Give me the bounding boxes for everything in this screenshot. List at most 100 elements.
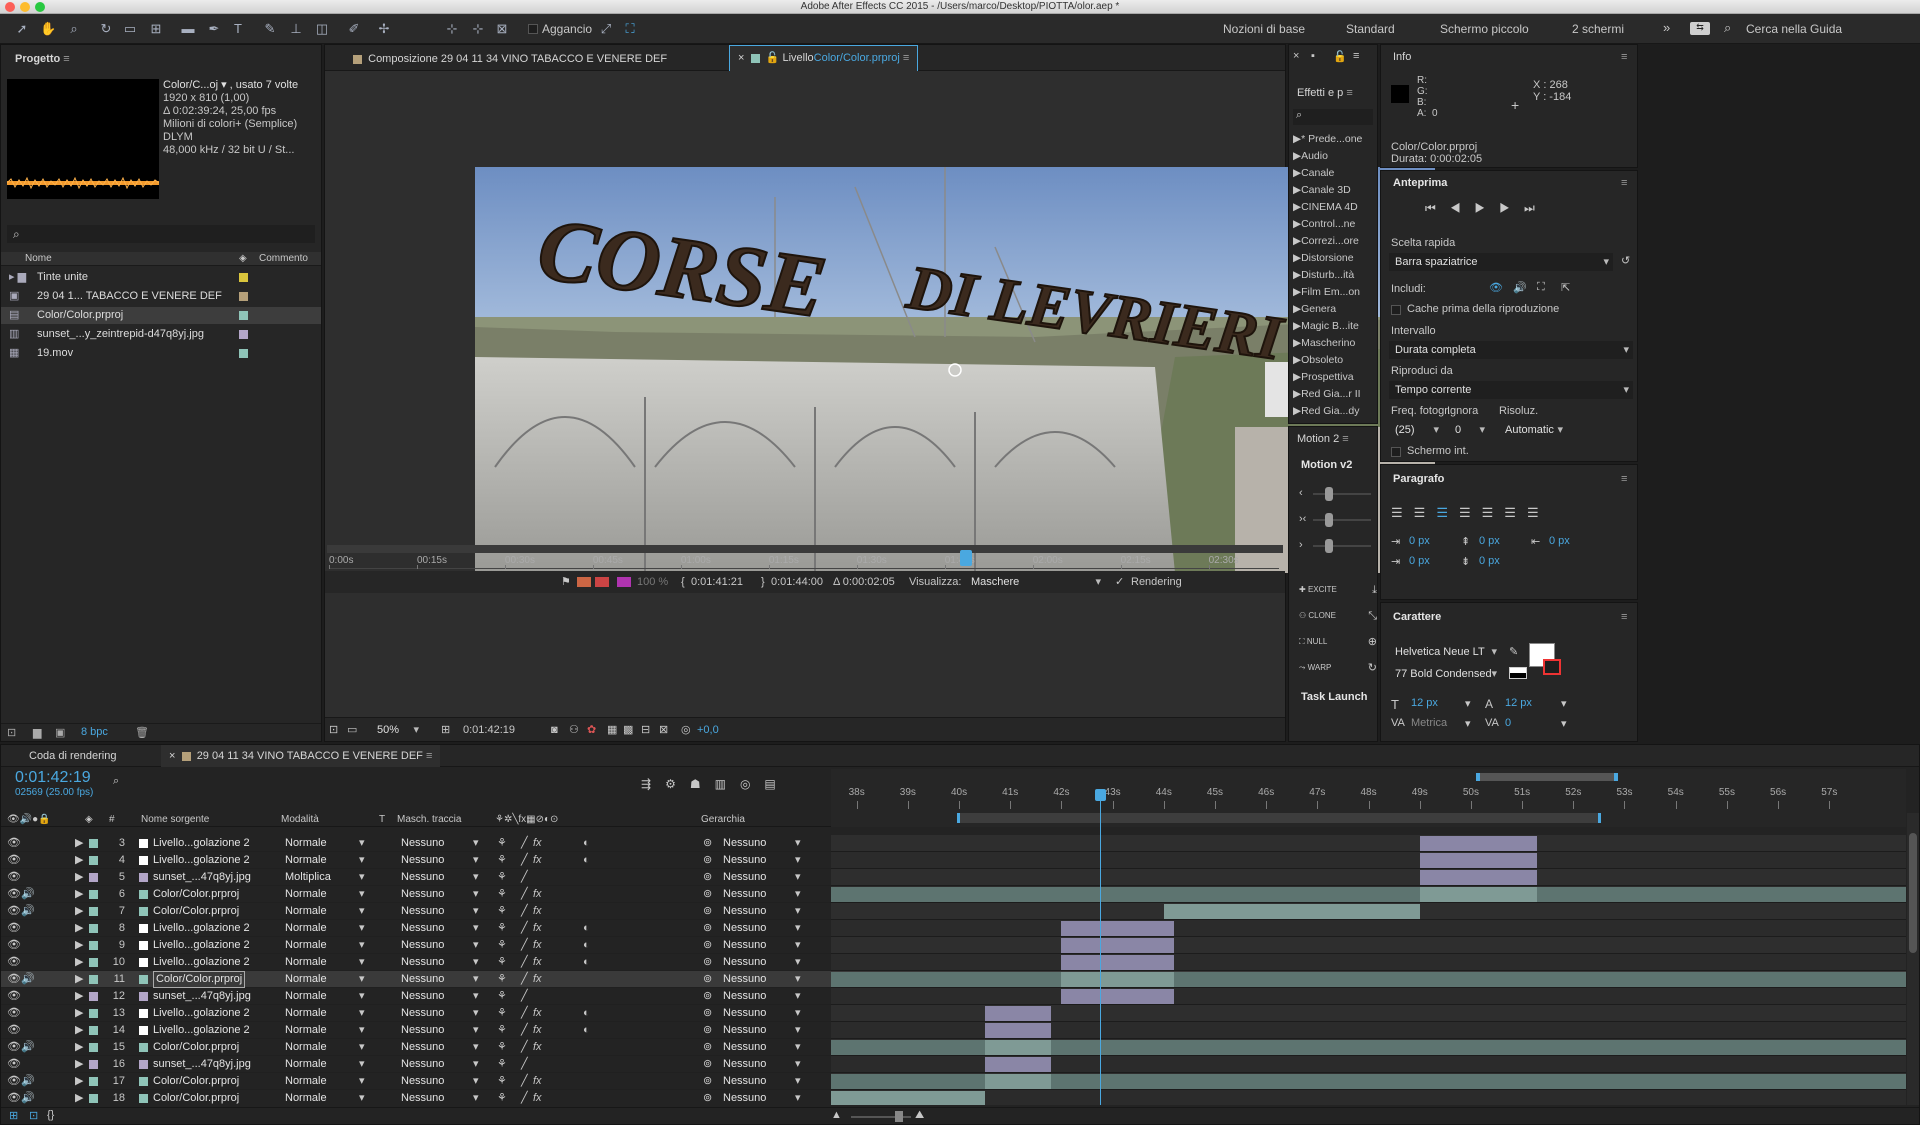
layer-track[interactable]	[831, 988, 1906, 1005]
viewer-playhead[interactable]	[959, 550, 972, 566]
prev-frame-icon[interactable]: ◀	[1450, 201, 1475, 215]
close-window-button[interactable]	[5, 2, 15, 12]
tab-render-queue[interactable]: Coda di rendering	[21, 745, 124, 767]
timeline-zoom-thumb[interactable]	[895, 1111, 903, 1122]
label-color[interactable]	[239, 330, 248, 339]
selection-tool-icon[interactable]: ➚	[14, 21, 30, 37]
layer-clip-bar[interactable]	[831, 1091, 985, 1105]
stroke-color-swatch[interactable]	[1543, 659, 1561, 675]
justify-right-icon[interactable]: ☰	[1504, 505, 1527, 520]
font-size-value[interactable]: 12 px	[1411, 697, 1438, 709]
project-item[interactable]: ▤ Color/Color.prproj	[1, 307, 321, 324]
clone-button[interactable]: ⚇ CLONE ⤡	[1299, 603, 1377, 629]
tab-timeline-comp[interactable]: × 29 04 11 34 VINO TABACCO E VENERE DEF …	[161, 745, 441, 767]
lock-icon[interactable]: 🔓	[1333, 50, 1347, 63]
lock-icon[interactable]: 🔓	[766, 52, 780, 64]
layer-clip-bar[interactable]	[984, 1006, 1052, 1021]
effect-category[interactable]: ▶Canale	[1293, 165, 1334, 182]
align-right-icon[interactable]: ☰	[1436, 505, 1459, 520]
timeline-zoom-navigator[interactable]	[1476, 773, 1618, 781]
kerning-value[interactable]: Metrica	[1411, 717, 1447, 729]
include-export-icon[interactable]: ⇱	[1561, 281, 1570, 294]
comp-flowchart-icon[interactable]: ⊟	[641, 718, 650, 742]
zoom-dropdown[interactable]: 50%	[371, 721, 423, 739]
panel-menu-icon[interactable]: ≡	[1353, 50, 1359, 62]
show-snapshot-icon[interactable]: ⚇	[569, 718, 579, 742]
snap-checkbox[interactable]	[528, 24, 538, 34]
help-search-input[interactable]: Cerca nella Guida	[1746, 22, 1842, 36]
paragraph-tab[interactable]: Paragrafo	[1385, 467, 1452, 491]
zoom-window-button[interactable]	[35, 2, 45, 12]
label-color[interactable]	[239, 311, 248, 320]
font-size-dropdown-icon[interactable]: ▾	[1465, 697, 1471, 710]
leading-dropdown-icon[interactable]: ▾	[1561, 697, 1567, 710]
tab-layer[interactable]: × 🔓 LivelloColor/Color.prproj ≡	[729, 45, 919, 71]
range-dropdown[interactable]: Durata completa	[1389, 341, 1633, 359]
layer-clip-bar[interactable]	[984, 1074, 1052, 1089]
channels-icon[interactable]: ✿	[587, 718, 596, 742]
align-left-icon[interactable]: ☰	[1391, 505, 1414, 520]
null-button[interactable]: ⛶ NULL ⊕	[1299, 629, 1377, 655]
tab-composition[interactable]: Composizione 29 04 11 34 VINO TABACCO E …	[345, 47, 675, 71]
resolution-dropdown[interactable]: Automatic	[1499, 421, 1567, 439]
more-workspaces-icon[interactable]: »	[1663, 20, 1670, 35]
show-channel-icon[interactable]	[577, 577, 591, 587]
justify-left-icon[interactable]: ☰	[1459, 505, 1482, 520]
timeline-search-input[interactable]: ⌕	[113, 775, 623, 791]
font-style-dropdown[interactable]: 77 Bold Condensed	[1389, 665, 1501, 683]
effects-search-input[interactable]: ⌕	[1293, 109, 1373, 125]
effect-category[interactable]: ▶Mascherino	[1293, 335, 1355, 352]
effect-category[interactable]: ▶Control...ne	[1293, 216, 1355, 233]
toggle-switches-icon[interactable]: ⊞	[9, 1109, 18, 1122]
workspace-basics[interactable]: Nozioni di base	[1223, 22, 1305, 36]
effect-controls-icon[interactable]: ▪	[1311, 50, 1315, 62]
layer-clip-bar[interactable]	[1061, 989, 1174, 1004]
pan-behind-tool-icon[interactable]: ⊞	[148, 21, 164, 37]
camera-tool-icon[interactable]: ▭	[122, 21, 138, 37]
trash-icon[interactable]: 🗑	[135, 726, 149, 739]
layer-clip-bar[interactable]	[984, 1040, 1052, 1055]
panel-menu-icon[interactable]: ≡	[1621, 51, 1627, 63]
always-preview-icon[interactable]: ⊡	[329, 718, 338, 742]
close-tab-icon[interactable]: ×	[169, 750, 175, 762]
graph-editor-icon[interactable]: ▤	[764, 777, 789, 791]
effects-tab[interactable]: Effetti e p ≡	[1293, 81, 1357, 105]
layer-clip-bar[interactable]	[984, 1023, 1052, 1038]
monitor-icon[interactable]: ▭	[347, 718, 357, 742]
view-dropdown[interactable]: Maschere	[965, 573, 1105, 591]
column-track-matte[interactable]: Masch. traccia	[397, 813, 461, 827]
column-parent[interactable]: Gerarchia	[701, 813, 745, 827]
draft-3d-icon[interactable]: ⚙	[665, 777, 690, 791]
skip-dropdown[interactable]: 0	[1449, 421, 1489, 439]
layer-clip-bar[interactable]	[1061, 972, 1174, 987]
layer-track[interactable]	[831, 852, 1906, 869]
space-after-value[interactable]: 0 px	[1479, 555, 1500, 567]
panel-menu-icon[interactable]: ≡	[1621, 611, 1627, 623]
out-point-icon[interactable]: }	[761, 571, 765, 593]
roto-brush-tool-icon[interactable]: ✐	[346, 21, 362, 37]
rendering-checkbox[interactable]: ✓	[1115, 571, 1124, 593]
warp-button[interactable]: ⤳ WARP ↻	[1299, 655, 1377, 681]
layer-clip-bar[interactable]	[1061, 955, 1174, 970]
layer-clip-bar[interactable]	[984, 1057, 1052, 1072]
column-comment[interactable]: Commento	[259, 252, 308, 266]
blend-right-slider[interactable]	[1325, 539, 1333, 553]
label-color[interactable]	[239, 273, 248, 282]
puppet-tool-icon[interactable]: ✢	[376, 21, 392, 37]
rotate-tool-icon[interactable]: ↻	[98, 21, 114, 37]
kerning-dropdown-icon[interactable]: ▾	[1465, 717, 1471, 730]
safe-margins-icon[interactable]: ⊞	[441, 718, 450, 742]
last-frame-icon[interactable]: ⏭	[1524, 201, 1549, 215]
snap-options-icon[interactable]: ⤢	[598, 21, 614, 37]
effect-category[interactable]: ▶Genera	[1293, 301, 1336, 318]
comp-mini-flowchart-icon[interactable]: ⇶	[641, 777, 665, 791]
layer-track[interactable]	[831, 954, 1906, 971]
motion-tab[interactable]: Motion 2 ≡	[1293, 427, 1353, 451]
workspace-small-screen[interactable]: Schermo piccolo	[1440, 22, 1529, 36]
eraser-tool-icon[interactable]: ◫	[314, 21, 330, 37]
type-tool-icon[interactable]: T	[230, 21, 246, 37]
layer-clip-bar[interactable]	[1061, 938, 1174, 953]
work-area-bar[interactable]	[957, 813, 1601, 823]
layer-track[interactable]	[831, 1090, 1906, 1105]
layer-clip-bar[interactable]	[831, 972, 1906, 987]
